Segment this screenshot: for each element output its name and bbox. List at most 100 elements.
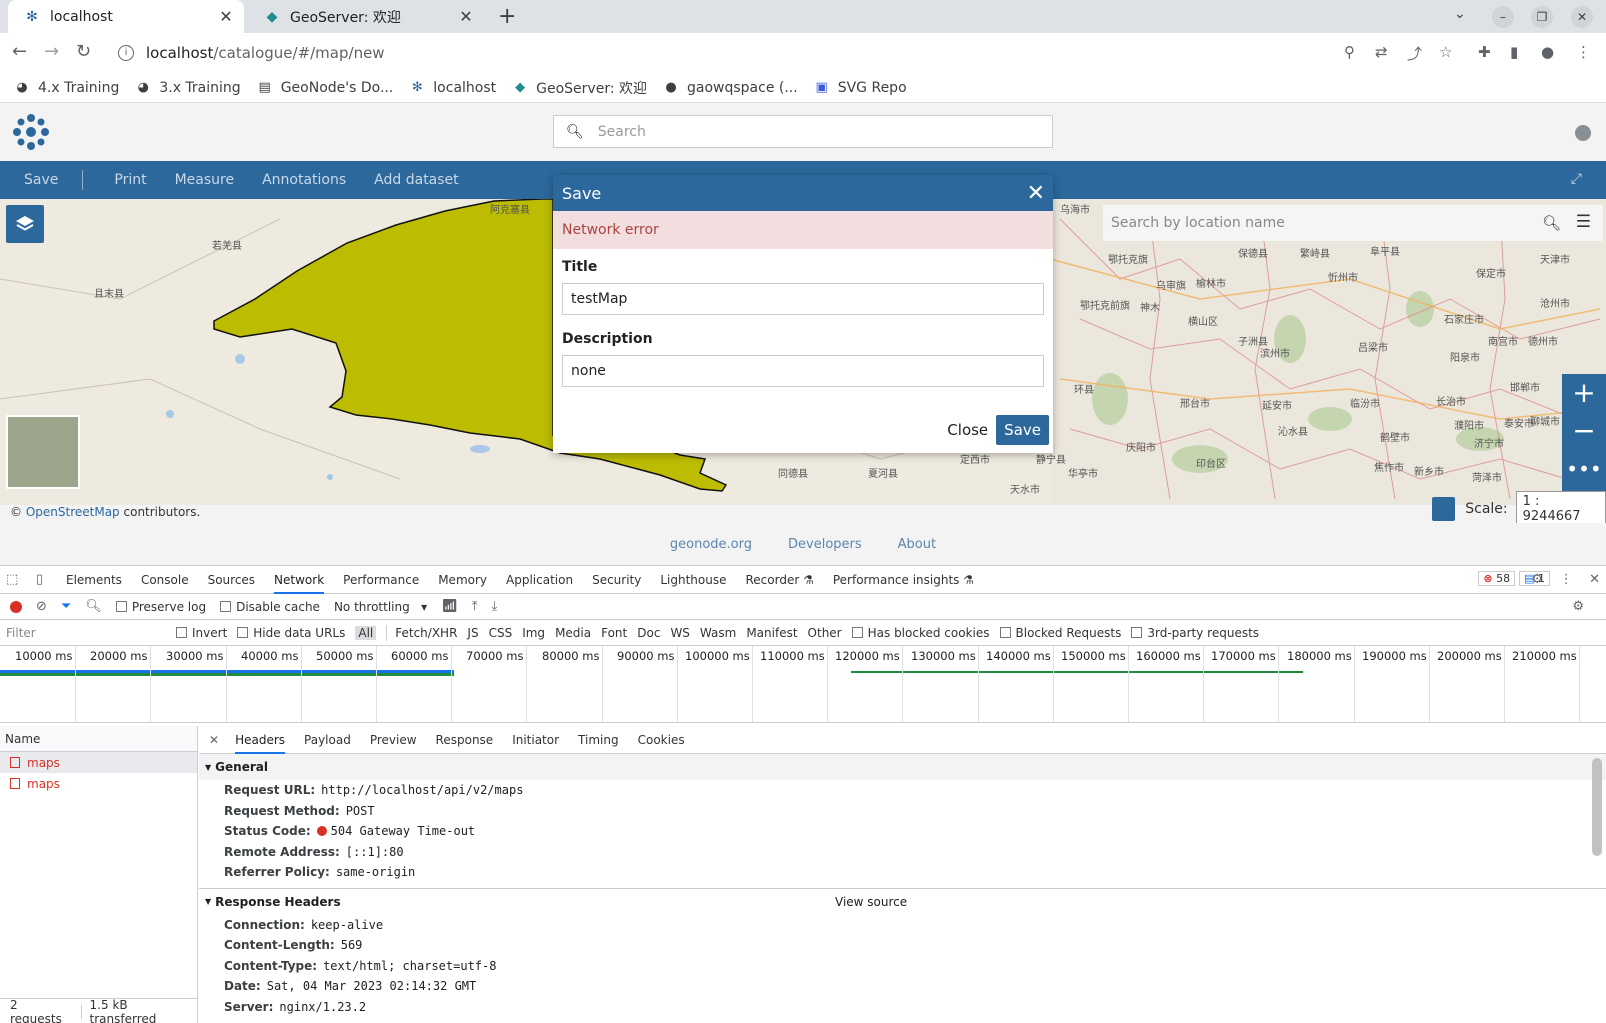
bookmark-item[interactable]: ◆ GeoServer: 欢迎 <box>512 78 647 98</box>
import-har-icon[interactable]: ⤒ <box>472 599 478 614</box>
tab-memory[interactable]: Memory <box>438 566 487 594</box>
throttling-select[interactable]: No throttling ▾ <box>334 600 427 614</box>
request-row[interactable]: maps <box>0 752 197 773</box>
openstreetmap-link[interactable]: OpenStreetMap <box>26 505 120 519</box>
reload-icon[interactable]: ↻ <box>76 41 91 62</box>
tab-localhost[interactable]: ✻ localhost ✕ <box>8 0 244 33</box>
type-filter-font[interactable]: Font <box>601 626 627 640</box>
description-input[interactable]: none <box>562 355 1044 387</box>
window-close-icon[interactable]: ✕ <box>1571 6 1593 28</box>
address-bar[interactable]: i localhost/catalogue/#/map/new <box>108 37 1448 69</box>
mouse-position-icon[interactable] <box>1432 497 1456 521</box>
third-party-checkbox[interactable]: 3rd-party requests <box>1131 626 1259 640</box>
bookmark-star-icon[interactable]: ☆ <box>1439 43 1452 61</box>
network-conditions-icon[interactable]: 📶︎ <box>441 599 458 614</box>
menu-print[interactable]: Print <box>114 172 146 188</box>
type-filter-doc[interactable]: Doc <box>637 626 660 640</box>
tab-application[interactable]: Application <box>506 566 573 594</box>
type-filter-all[interactable]: All <box>355 625 377 640</box>
scale-select[interactable]: 1 : 9244667 <box>1515 491 1606 527</box>
tab-search-chevron-icon[interactable]: ⌄ <box>1454 6 1466 22</box>
footer-link-about[interactable]: About <box>898 537 936 552</box>
title-input[interactable]: testMap <box>562 283 1044 315</box>
type-filter-manifest[interactable]: Manifest <box>746 626 797 640</box>
type-filter-other[interactable]: Other <box>808 626 842 640</box>
tab-elements[interactable]: Elements <box>66 566 122 594</box>
tab-security[interactable]: Security <box>592 566 641 594</box>
hamburger-menu-icon[interactable]: ☰ <box>1576 212 1591 232</box>
back-icon[interactable]: ← <box>12 41 27 62</box>
zoom-in-button[interactable]: + <box>1562 374 1606 412</box>
scrollbar-thumb[interactable] <box>1592 758 1602 856</box>
more-options-icon[interactable]: ⋮ <box>1560 572 1573 587</box>
tab-timing[interactable]: Timing <box>578 726 619 754</box>
hide-data-urls-checkbox[interactable]: Hide data URLs <box>237 626 345 640</box>
tab-preview[interactable]: Preview <box>370 726 417 754</box>
general-section-header[interactable]: ▼ General <box>199 754 1606 780</box>
minimize-icon[interactable]: – <box>1492 6 1514 28</box>
footer-link-geonode[interactable]: geonode.org <box>670 537 752 552</box>
fullscreen-icon[interactable]: ⤢ <box>1571 171 1582 187</box>
tab-performance-insights[interactable]: Performance insights ⚗ <box>833 566 974 594</box>
location-icon[interactable]: ⚲ <box>1344 43 1355 61</box>
tab-initiator[interactable]: Initiator <box>512 726 559 754</box>
response-headers-section-header[interactable]: ▼ Response Headers View source <box>199 889 1606 915</box>
filter-input[interactable]: Filter <box>0 622 166 644</box>
preserve-log-checkbox[interactable]: Preserve log <box>115 600 206 614</box>
menu-measure[interactable]: Measure <box>175 172 235 188</box>
close-devtools-icon[interactable]: ✕ <box>1589 572 1600 587</box>
new-tab-icon[interactable]: + <box>498 4 516 29</box>
translate-icon[interactable]: ⇄ <box>1375 43 1388 61</box>
export-har-icon[interactable]: ⤓ <box>491 599 497 614</box>
type-filter-js[interactable]: JS <box>467 626 478 640</box>
settings-gear-icon[interactable]: ⚙ <box>1531 572 1543 587</box>
bookmark-item[interactable]: ▤ GeoNode's Do... <box>257 80 394 96</box>
menu-annotations[interactable]: Annotations <box>262 172 346 188</box>
bookmark-item[interactable]: ◕ 4.x Training <box>14 80 119 96</box>
close-details-icon[interactable]: ✕ <box>209 733 219 747</box>
tab-lighthouse[interactable]: Lighthouse <box>660 566 726 594</box>
user-avatar[interactable] <box>1575 125 1591 141</box>
type-filter-fetch-xhr[interactable]: Fetch/XHR <box>395 626 457 640</box>
type-filter-ws[interactable]: WS <box>670 626 689 640</box>
bookmark-item[interactable]: ▣ SVG Repo <box>814 80 907 96</box>
tab-console[interactable]: Console <box>141 566 189 594</box>
name-column-header[interactable]: Name <box>0 726 197 752</box>
record-icon[interactable] <box>10 600 22 613</box>
type-filter-img[interactable]: Img <box>522 626 545 640</box>
tab-sources[interactable]: Sources <box>208 566 255 594</box>
background-selector-thumbnail[interactable] <box>6 415 80 489</box>
dialog-close-icon[interactable]: ✕ <box>1027 181 1045 206</box>
menu-add-dataset[interactable]: Add dataset <box>374 172 459 188</box>
extensions-icon[interactable]: ✚ <box>1478 43 1491 61</box>
blocked-cookies-checkbox[interactable]: Has blocked cookies <box>851 626 990 640</box>
bookmark-item[interactable]: ● gaowqspace (... <box>663 80 797 96</box>
request-row[interactable]: maps <box>0 773 197 794</box>
invert-checkbox[interactable]: Invert <box>176 626 227 640</box>
save-button[interactable]: Save <box>996 415 1049 445</box>
type-filter-media[interactable]: Media <box>555 626 591 640</box>
clear-icon[interactable]: ⊘ <box>36 599 47 614</box>
forward-icon[interactable]: → <box>44 41 59 62</box>
tab-response[interactable]: Response <box>436 726 494 754</box>
tab-performance[interactable]: Performance <box>343 566 419 594</box>
site-info-icon[interactable]: i <box>118 45 134 61</box>
view-source-link[interactable]: View source <box>835 895 907 909</box>
tab-cookies[interactable]: Cookies <box>638 726 685 754</box>
inspect-element-icon[interactable]: ⬚ <box>6 572 24 587</box>
tab-payload[interactable]: Payload <box>304 726 351 754</box>
disable-cache-checkbox[interactable]: Disable cache <box>220 600 320 614</box>
tab-network[interactable]: Network <box>274 566 325 594</box>
zoom-out-button[interactable]: − <box>1562 412 1606 450</box>
error-count-badge[interactable]: ⊗ 58 <box>1478 571 1516 586</box>
geonode-logo-icon[interactable] <box>12 113 50 151</box>
blocked-requests-checkbox[interactable]: Blocked Requests <box>999 626 1121 640</box>
menu-save[interactable]: Save <box>24 172 58 188</box>
location-search-input[interactable]: Search by location name 🔍︎ ☰ <box>1103 205 1603 241</box>
device-toolbar-icon[interactable]: ▯ <box>36 572 54 587</box>
bookmark-item[interactable]: ✻ localhost <box>409 80 496 96</box>
filter-icon[interactable]: ⏷ <box>61 599 71 614</box>
close-button[interactable]: Close <box>947 421 988 439</box>
search-icon[interactable]: 🔍︎ <box>85 599 102 614</box>
profile-icon[interactable]: ● <box>1541 43 1554 61</box>
